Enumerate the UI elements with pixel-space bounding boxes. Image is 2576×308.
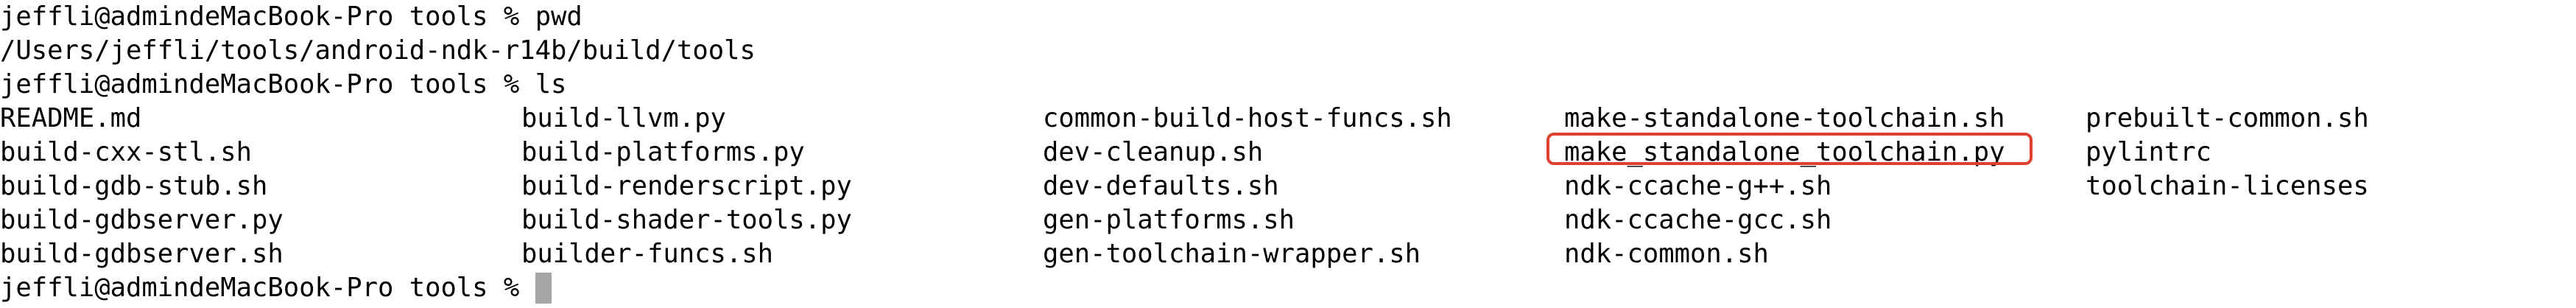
text-cursor <box>535 273 552 304</box>
command-pwd: pwd <box>535 1 583 32</box>
terminal-window[interactable]: jeffli@admindeMacBook-Pro tools % pwd /U… <box>0 0 2576 308</box>
file-entry: build-shader-tools.py <box>521 205 852 235</box>
file-entry: builder-funcs.sh <box>521 239 773 269</box>
file-entry: gen-toolchain-wrapper.sh <box>1043 239 1421 269</box>
shell-prompt: jeffli@admindeMacBook-Pro tools % <box>0 273 535 303</box>
file-entry: pylintrc <box>2086 137 2211 167</box>
file-entry: build-gdbserver.sh <box>0 239 284 269</box>
file-entry: build-llvm.py <box>521 103 726 133</box>
file-entry: toolchain-licenses <box>2086 171 2369 201</box>
command-ls: ls <box>535 69 567 99</box>
file-entry: ndk-ccache-gcc.sh <box>1564 205 1832 235</box>
shell-prompt: jeffli@admindeMacBook-Pro tools % <box>0 1 535 32</box>
file-entry: build-gdb-stub.sh <box>0 171 268 201</box>
file-entry: ndk-ccache-g++.sh <box>1564 171 1832 201</box>
file-entry: prebuilt-common.sh <box>2086 103 2369 133</box>
terminal-line-pwd-command: jeffli@admindeMacBook-Pro tools % pwd <box>0 0 583 34</box>
shell-prompt: jeffli@admindeMacBook-Pro tools % <box>0 69 535 99</box>
file-entry: make-standalone-toolchain.sh <box>1564 103 2005 133</box>
file-entry: build-gdbserver.py <box>0 205 284 235</box>
terminal-line-active-prompt[interactable]: jeffli@admindeMacBook-Pro tools % <box>0 271 552 305</box>
working-directory-path: /Users/jeffli/tools/android-ndk-r14b/bui… <box>0 35 756 66</box>
terminal-line-pwd-output: /Users/jeffli/tools/android-ndk-r14b/bui… <box>0 34 756 68</box>
file-entry: common-build-host-funcs.sh <box>1043 103 1452 133</box>
file-entry: gen-platforms.sh <box>1043 205 1295 235</box>
file-entry: ndk-common.sh <box>1564 239 1769 269</box>
file-entry: README.md <box>0 103 142 133</box>
file-entry-highlighted: make_standalone_toolchain.py <box>1564 137 2005 167</box>
file-entry: build-platforms.py <box>521 137 805 167</box>
terminal-line-ls-command: jeffli@admindeMacBook-Pro tools % ls <box>0 68 566 102</box>
file-entry: build-cxx-stl.sh <box>0 137 252 167</box>
file-entry: build-renderscript.py <box>521 171 852 201</box>
file-entry: dev-cleanup.sh <box>1043 137 1264 167</box>
file-entry: dev-defaults.sh <box>1043 171 1279 201</box>
